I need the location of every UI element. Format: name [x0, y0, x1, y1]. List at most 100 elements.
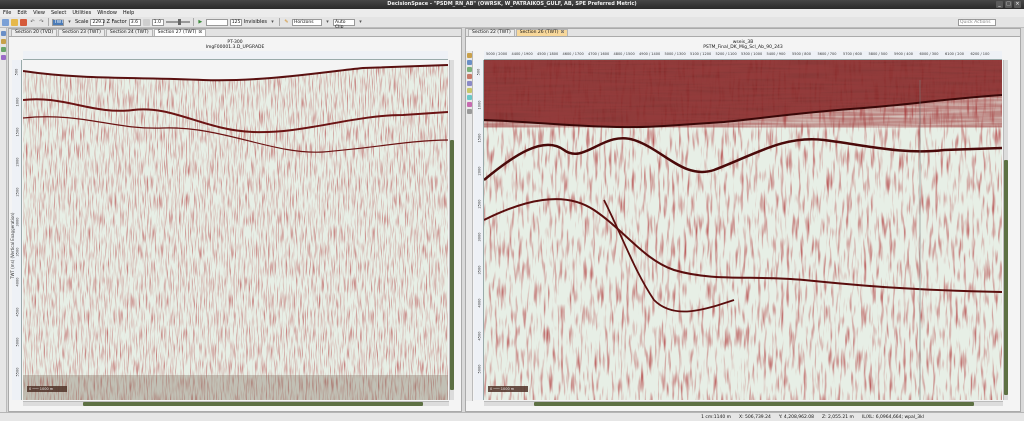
status-x: X: 506,739.24 [739, 414, 771, 420]
y-tick-label: 3000 [15, 217, 20, 227]
chevron-down-icon[interactable]: ▾ [269, 19, 276, 26]
x-tick-label: 6100 / 200 [945, 52, 964, 56]
undo-icon[interactable]: ↶ [29, 19, 36, 26]
x-tick-label: 4500 / 1800 [537, 52, 559, 56]
redo-icon[interactable]: ↷ [38, 19, 45, 26]
x-tick-label: 5600 / 700 [817, 52, 837, 56]
chevron-down-icon[interactable]: ▾ [66, 19, 73, 26]
y-tick-label: 2500 [477, 199, 482, 209]
menu-help[interactable]: Help [123, 10, 134, 16]
save-icon[interactable] [20, 18, 27, 26]
right-horizontal-scroll-thumb[interactable] [534, 402, 974, 406]
left-tabs: Section 20 (TVD) Section 23 (TWT) Sectio… [9, 29, 461, 37]
x-tick-label: 4700 / 1600 [588, 52, 610, 56]
open-folder-icon[interactable] [11, 18, 18, 26]
y-tick-label: 3000 [477, 232, 482, 242]
pick-icon[interactable] [467, 74, 472, 79]
tab-section-22[interactable]: Section 22 (TWT) [468, 29, 515, 36]
quick-actions-input[interactable]: Quick Actions [958, 19, 996, 26]
menu-view[interactable]: View [33, 10, 45, 16]
x-tick-label: 5700 / 600 [843, 52, 862, 56]
x-tick-label: 5300 / 1000 [741, 52, 763, 56]
chevron-down-icon[interactable]: ▾ [357, 19, 364, 26]
zoom-percent-input[interactable]: 125 [229, 18, 242, 26]
y-tick-label: 500 [476, 68, 481, 76]
right-horizontal-scrollbar[interactable] [484, 401, 1003, 406]
right-vertical-scrollbar[interactable] [1003, 60, 1008, 400]
left-horizontal-scroll-thumb[interactable] [83, 402, 423, 406]
scale-label: Scale [75, 19, 89, 25]
x-tick-label: 6000 / 300 [919, 52, 939, 56]
tab-section-27[interactable]: Section 27 (TWT) ⊠ [153, 29, 207, 36]
autoclip-select[interactable]: Auto Clip [333, 18, 356, 30]
tab-section-23[interactable]: Section 23 (TWT) [58, 29, 105, 36]
toolbar-divider [279, 18, 281, 26]
x-tick-label: 5000 / 2000 [486, 52, 508, 56]
y-tick-label: 2000 [15, 157, 20, 167]
menu-edit[interactable]: Edit [17, 10, 27, 16]
close-icon[interactable]: × [1014, 1, 1021, 8]
tab-section-20[interactable]: Section 20 (TVD) [11, 29, 58, 36]
lock-ratio-icon[interactable] [142, 18, 150, 26]
right-seismic-image[interactable] [484, 60, 1002, 400]
menu-window[interactable]: Window [97, 10, 117, 16]
left-seismic-image[interactable] [23, 60, 448, 400]
right-x-axis: 5000 / 2000 4400 / 1900 4500 / 1800 4600 / … [484, 51, 1002, 60]
annotate-icon[interactable] [467, 88, 472, 93]
tab-section-26[interactable]: Section 26 (TWT) ⊠ [515, 29, 569, 36]
horizon-icon[interactable] [467, 102, 472, 107]
zoom-icon[interactable] [467, 60, 472, 65]
new-icon[interactable] [2, 18, 9, 26]
fault-icon[interactable] [467, 95, 472, 100]
right-y-axis: 500 1000 1500 2000 2500 3000 3500 4000 4500 5000 [474, 60, 484, 400]
y-tick-label: 3500 [477, 265, 482, 275]
step-input[interactable]: 1.0 [151, 18, 164, 26]
domain-select[interactable]: TWT [52, 18, 64, 26]
pan-icon[interactable] [467, 67, 472, 72]
toolbar-divider [192, 18, 194, 26]
horizons-select[interactable]: Horizons [292, 18, 323, 26]
properties-icon[interactable] [1, 47, 6, 52]
right-seismic-canvas[interactable] [484, 60, 1002, 400]
x-tick-label: 4800 / 1500 [613, 52, 635, 56]
left-vertical-scroll-thumb[interactable] [450, 140, 454, 390]
left-seismic-canvas[interactable] [23, 60, 448, 400]
left-horizontal-scrollbar[interactable] [23, 401, 449, 406]
zfactor-label: Z Factor [106, 19, 127, 25]
left-scale-bar: 0 ─── 1000 m [27, 386, 67, 392]
menu-select[interactable]: Select [51, 10, 66, 16]
close-tab-icon[interactable]: ⊠ [561, 30, 565, 35]
chevron-down-icon[interactable]: ▾ [324, 19, 331, 26]
close-tab-icon[interactable]: ⊠ [198, 30, 202, 35]
toolbar-divider [48, 18, 49, 26]
x-tick-label: 4900 / 1400 [639, 52, 661, 56]
layers-icon[interactable] [1, 39, 6, 44]
play-icon[interactable]: ▶ [197, 19, 204, 26]
settings-icon[interactable] [467, 109, 472, 114]
status-il-xl: IL/XL: 6,0964,664; wpal_3kl [861, 414, 924, 420]
zfactor-input[interactable]: 3.6 [128, 18, 141, 26]
y-tick-label: 4500 [477, 331, 482, 341]
minimize-icon[interactable]: _ [996, 1, 1003, 8]
scale-input[interactable]: 229.2 [90, 18, 105, 26]
right-vertical-scroll-thumb[interactable] [1004, 160, 1008, 395]
invisibles-label: Invisibles [243, 19, 268, 25]
maximize-icon[interactable]: □ [1005, 1, 1012, 8]
pointer-icon[interactable] [467, 53, 472, 58]
y-tick-label: 5000 [15, 337, 20, 347]
frame-input[interactable] [205, 18, 228, 26]
data-explorer-icon[interactable] [1, 31, 6, 36]
x-tick-label: 5000 / 1300 [664, 52, 686, 56]
measure-icon[interactable] [467, 81, 472, 86]
menu-utilities[interactable]: Utilities [72, 10, 91, 16]
y-tick-label: 2000 [477, 166, 482, 176]
x-tick-label: 4400 / 1900 [511, 52, 533, 56]
tab-section-24[interactable]: Section 24 (TWT) [105, 29, 153, 36]
zoom-slider-knob[interactable] [177, 19, 181, 25]
zoom-slider[interactable] [165, 19, 190, 25]
left-vertical-scrollbar[interactable] [449, 60, 454, 400]
tools-icon[interactable] [1, 55, 6, 60]
menu-file[interactable]: File [3, 10, 11, 16]
pencil-icon[interactable]: ✎ [283, 19, 290, 26]
y-tick-label: 4500 [15, 307, 20, 317]
